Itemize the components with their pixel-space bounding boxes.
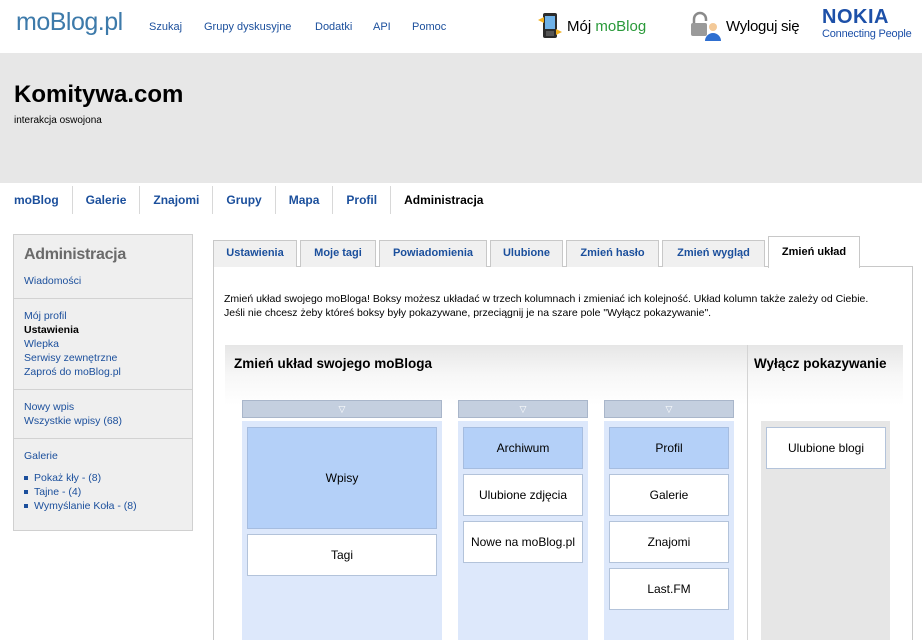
sidebar-item-ustawienia[interactable]: Ustawienia — [24, 324, 79, 336]
layout-box-profil[interactable]: Profil — [609, 427, 729, 469]
logo-text: moBlog — [16, 8, 98, 36]
sidebar-item-wiadomosci[interactable]: Wiadomości — [24, 275, 81, 287]
layout-box-ulubione-blogi[interactable]: Ulubione blogi — [766, 427, 886, 469]
sidebar-divider — [14, 298, 192, 299]
sidebar-item-wszystkie-wpisy[interactable]: Wszystkie wpisy (68) — [24, 415, 122, 427]
bullet-icon — [24, 490, 28, 495]
instructions-line-1: Zmień układ swojego moBloga! Boksy możes… — [224, 293, 869, 305]
gallery-label: Tajne - (4) — [34, 486, 82, 498]
nav-galerie[interactable]: Galerie — [73, 186, 141, 214]
column-2-handle[interactable]: ▽ — [458, 400, 588, 418]
my-moblog-link[interactable]: Mój moBlog — [537, 9, 646, 43]
main-nav: moBlog Galerie Znajomi Grupy Mapa Profil… — [0, 186, 496, 214]
nokia-tagline: Connecting People — [822, 28, 912, 40]
layout-box-nowe-na-moblog[interactable]: Nowe na moBlog.pl — [463, 521, 583, 563]
nav-mapa[interactable]: Mapa — [276, 186, 334, 214]
triangle-down-icon: ▽ — [519, 404, 527, 414]
nav-moblog[interactable]: moBlog — [0, 186, 73, 214]
layout-box-galerie[interactable]: Galerie — [609, 474, 729, 516]
padlock-user-icon — [691, 11, 721, 41]
layout-instructions: Zmień układ swojego moBloga! Boksy możes… — [224, 292, 894, 320]
toplink-api[interactable]: API — [373, 21, 391, 33]
sidebar-item-wlepka[interactable]: Wlepka — [24, 338, 59, 350]
toplink-pomoc[interactable]: Pomoc — [412, 21, 446, 33]
layout-box-wpisy[interactable]: Wpisy — [247, 427, 437, 529]
layout-box-archiwum[interactable]: Archiwum — [463, 427, 583, 469]
layout-box-znajomi[interactable]: Znajomi — [609, 521, 729, 563]
my-moblog-prefix: Mój — [567, 17, 592, 35]
column-1-handle[interactable]: ▽ — [242, 400, 442, 418]
gallery-link[interactable]: Tajne - (4) — [24, 486, 81, 498]
toplink-dodatki[interactable]: Dodatki — [315, 21, 352, 33]
site-logo[interactable]: moBlog.pl — [16, 8, 123, 37]
toplink-grupy[interactable]: Grupy dyskusyjne — [204, 21, 291, 33]
tab-ustawienia[interactable]: Ustawienia — [213, 240, 297, 267]
sidebar-divider — [14, 438, 192, 439]
gallery-link[interactable]: Pokaż kły - (8) — [24, 472, 101, 484]
triangle-down-icon: ▽ — [665, 404, 673, 414]
phone-sync-icon — [538, 13, 562, 38]
blog-subtitle: interakcja oswojona — [14, 115, 102, 126]
sidebar-item-moj-profil[interactable]: Mój profil — [24, 310, 67, 322]
my-moblog-brand: moBlog — [595, 17, 647, 35]
my-moblog-label: Mój moBlog — [567, 18, 646, 35]
sidebar-item-serwisy[interactable]: Serwisy zewnętrzne — [24, 352, 117, 364]
tab-powiadomienia[interactable]: Powiadomienia — [379, 240, 487, 267]
nav-grupy[interactable]: Grupy — [213, 186, 276, 214]
instructions-line-2: Jeśli nie chcesz żeby któreś boksy były … — [224, 307, 712, 319]
blog-title[interactable]: Komitywa.com — [14, 81, 183, 109]
logout-label: Wyloguj się — [726, 17, 800, 35]
sidebar-item-galerie[interactable]: Galerie — [24, 450, 58, 462]
blog-header: Komitywa.com interakcja oswojona — [0, 53, 922, 183]
tab-ulubione[interactable]: Ulubione — [490, 240, 563, 267]
sidebar-item-nowy-wpis[interactable]: Nowy wpis — [24, 401, 74, 413]
logo-suffix: .pl — [97, 8, 123, 36]
layout-box-tagi[interactable]: Tagi — [247, 534, 437, 576]
bullet-icon — [24, 504, 28, 509]
sidebar-title: Administracja — [24, 246, 126, 263]
layout-title: Zmień układ swojego moBloga — [234, 356, 433, 371]
tab-zmien-uklad[interactable]: Zmień układ — [768, 236, 860, 268]
nokia-wordmark: NOKIA — [822, 6, 889, 28]
sidebar-item-zapros[interactable]: Zaproś do moBlog.pl — [24, 366, 121, 378]
nav-profil[interactable]: Profil — [333, 186, 392, 214]
nav-znajomi[interactable]: Znajomi — [140, 186, 214, 214]
tab-zmien-wyglad[interactable]: Zmień wygląd — [662, 240, 765, 267]
sidebar-divider — [14, 389, 192, 390]
triangle-down-icon: ▽ — [338, 404, 346, 414]
nav-administracja[interactable]: Administracja — [391, 186, 496, 214]
toplink-szukaj[interactable]: Szukaj — [149, 21, 182, 33]
gallery-link[interactable]: Wymyślanie Koła - (8) — [24, 500, 137, 512]
layout-box-lastfm[interactable]: Last.FM — [609, 568, 729, 610]
column-3-handle[interactable]: ▽ — [604, 400, 734, 418]
tab-zmien-haslo[interactable]: Zmień hasło — [566, 240, 659, 267]
gallery-label: Pokaż kły - (8) — [34, 472, 102, 484]
hide-panel-title: Wyłącz pokazywanie — [754, 356, 887, 371]
admin-sidebar: Administracja Wiadomości Mój profil Usta… — [13, 234, 193, 531]
logout-link[interactable]: Wyloguj się — [688, 9, 800, 43]
layout-box-ulubione-zdjecia[interactable]: Ulubione zdjęcia — [463, 474, 583, 516]
tab-moje-tagi[interactable]: Moje tagi — [300, 240, 376, 267]
nokia-logo[interactable]: NOKIA Connecting People — [822, 6, 914, 40]
top-bar: moBlog.pl Szukaj Grupy dyskusyjne Dodatk… — [0, 0, 922, 53]
gallery-label: Wymyślanie Koła - (8) — [34, 500, 137, 512]
bullet-icon — [24, 476, 28, 481]
